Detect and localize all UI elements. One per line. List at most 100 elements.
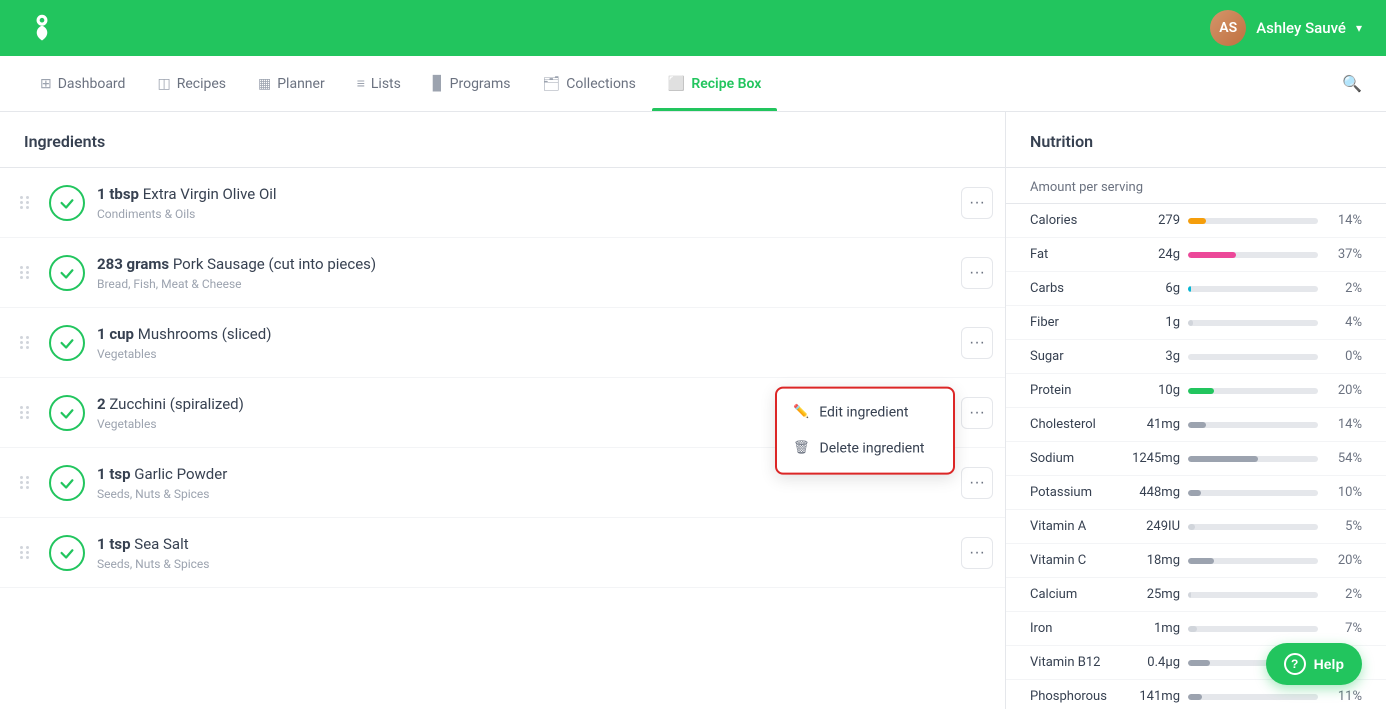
drag-handle[interactable] [12, 546, 37, 559]
ingredient-more-button[interactable]: ··· [961, 537, 993, 569]
nutrition-bar-background [1188, 456, 1318, 462]
nutrition-percent: 2% [1326, 587, 1362, 602]
nutrition-value: 10g [1128, 383, 1180, 398]
ingredient-checkbox[interactable] [49, 535, 85, 571]
nutrition-value: 1mg [1128, 621, 1180, 636]
drag-handle[interactable] [12, 196, 37, 209]
ingredient-name: 1 cup Mushrooms (sliced) [97, 324, 961, 345]
nutrition-value: 279 [1128, 213, 1180, 228]
trash-icon: 🗑 [793, 441, 810, 456]
nutrition-bar-fill [1188, 592, 1191, 598]
search-icon[interactable]: 🔍 [1342, 74, 1362, 93]
nutrition-percent: 4% [1326, 315, 1362, 330]
ingredient-more-button[interactable]: ··· [961, 257, 993, 289]
nav-label-programs: Programs [450, 76, 511, 92]
table-row: 283 grams Pork Sausage (cut into pieces)… [0, 238, 1005, 308]
ingredient-more-button[interactable]: ··· [961, 467, 993, 499]
nav-label-recipes: Recipes [177, 76, 226, 92]
nutrition-name: Sodium [1030, 451, 1120, 466]
nutrition-panel: Nutrition Amount per serving Calories 27… [1006, 112, 1386, 709]
nutrition-row: Cholesterol 41mg 14% [1006, 408, 1386, 442]
nav-item-collections[interactable]: 🗂 Collections [527, 56, 652, 111]
ingredient-name: 1 tsp Sea Salt [97, 534, 961, 555]
nutrition-percent: 5% [1326, 519, 1362, 534]
nutrition-bar [1188, 694, 1318, 700]
nutrition-bar-background [1188, 286, 1318, 292]
app-logo[interactable] [24, 10, 60, 46]
nutrition-value: 18mg [1128, 553, 1180, 568]
ingredient-more-button[interactable]: ··· [961, 327, 993, 359]
edit-ingredient-label: Edit ingredient [819, 404, 908, 420]
nav-item-programs[interactable]: ▊ Programs [417, 56, 527, 111]
nutrition-percent: 54% [1326, 451, 1362, 466]
nutrition-bar-background [1188, 558, 1318, 564]
nutrition-bar [1188, 252, 1318, 258]
ingredient-checkbox[interactable] [49, 465, 85, 501]
table-row: 1 tbsp Extra Virgin Olive Oil Condiments… [0, 168, 1005, 238]
nutrition-bar [1188, 354, 1318, 360]
nav-item-planner[interactable]: ▦ Planner [242, 56, 341, 111]
drag-handle[interactable] [12, 266, 37, 279]
nutrition-bar-fill [1188, 388, 1214, 394]
nutrition-bar-fill [1188, 660, 1210, 666]
help-circle-icon: ? [1284, 653, 1306, 675]
dashboard-icon: ⊞ [40, 76, 52, 92]
ingredient-category: Vegetables [97, 347, 961, 361]
drag-handle[interactable] [12, 336, 37, 349]
nutrition-row: Protein 10g 20% [1006, 374, 1386, 408]
nutrition-bar-fill [1188, 252, 1236, 258]
recipebox-icon: ⬜ [668, 76, 685, 92]
delete-ingredient-button[interactable]: 🗑 Delete ingredient [777, 430, 953, 466]
nutrition-percent: 37% [1326, 247, 1362, 262]
nutrition-bar [1188, 388, 1318, 394]
nutrition-bar [1188, 592, 1318, 598]
nav-item-recipebox[interactable]: ⬜ Recipe Box [652, 56, 777, 111]
nav-item-lists[interactable]: ≡ Lists [341, 56, 417, 111]
delete-ingredient-label: Delete ingredient [820, 440, 925, 456]
ingredient-more-button[interactable]: ··· [961, 397, 993, 429]
nutrition-name: Iron [1030, 621, 1120, 636]
nutrition-name: Vitamin C [1030, 553, 1120, 568]
nutrition-bar-background [1188, 626, 1318, 632]
ingredient-checkbox[interactable] [49, 395, 85, 431]
nutrition-name: Fat [1030, 247, 1120, 262]
nutrition-row: Vitamin C 18mg 20% [1006, 544, 1386, 578]
ingredient-checkbox[interactable] [49, 185, 85, 221]
nutrition-bar [1188, 490, 1318, 496]
nutrition-bar [1188, 626, 1318, 632]
drag-handle[interactable] [12, 406, 37, 419]
nutrition-row: Sugar 3g 0% [1006, 340, 1386, 374]
nutrition-name: Carbs [1030, 281, 1120, 296]
nutrition-bar [1188, 286, 1318, 292]
help-button[interactable]: ? Help [1266, 643, 1362, 685]
user-menu[interactable]: AS Ashley Sauvé ▾ [1210, 10, 1362, 46]
ingredient-info: 1 tbsp Extra Virgin Olive Oil Condiments… [97, 184, 961, 221]
nutrition-percent: 0% [1326, 349, 1362, 364]
ingredient-checkbox[interactable] [49, 255, 85, 291]
ingredient-checkbox[interactable] [49, 325, 85, 361]
collections-icon: 🗂 [543, 76, 561, 92]
nutrition-name: Protein [1030, 383, 1120, 398]
nav-label-recipebox: Recipe Box [691, 76, 761, 92]
nutrition-list: Calories 279 14% Fat 24g 37% Carbs 6g 2%… [1006, 204, 1386, 709]
edit-ingredient-button[interactable]: ✏️ Edit ingredient [777, 394, 953, 430]
nutrition-name: Potassium [1030, 485, 1120, 500]
nav-item-dashboard[interactable]: ⊞ Dashboard [24, 56, 141, 111]
table-row: 2 Zucchini (spiralized) Vegetables ··· ✏… [0, 378, 1005, 448]
drag-handle[interactable] [12, 476, 37, 489]
ingredient-more-button[interactable]: ··· [961, 187, 993, 219]
nav-label-planner: Planner [277, 76, 324, 92]
nutrition-row: Calcium 25mg 2% [1006, 578, 1386, 612]
nutrition-name: Calories [1030, 213, 1120, 228]
nav-item-recipes[interactable]: ◫ Recipes [141, 56, 242, 111]
nutrition-percent: 20% [1326, 553, 1362, 568]
nutrition-name: Sugar [1030, 349, 1120, 364]
nutrition-bar [1188, 558, 1318, 564]
nutrition-percent: 2% [1326, 281, 1362, 296]
username-label: Ashley Sauvé [1256, 19, 1346, 37]
nutrition-bar-background [1188, 320, 1318, 326]
ingredient-category: Bread, Fish, Meat & Cheese [97, 277, 961, 291]
nav-label-collections: Collections [566, 76, 636, 92]
nutrition-row: Potassium 448mg 10% [1006, 476, 1386, 510]
nutrition-value: 448mg [1128, 485, 1180, 500]
